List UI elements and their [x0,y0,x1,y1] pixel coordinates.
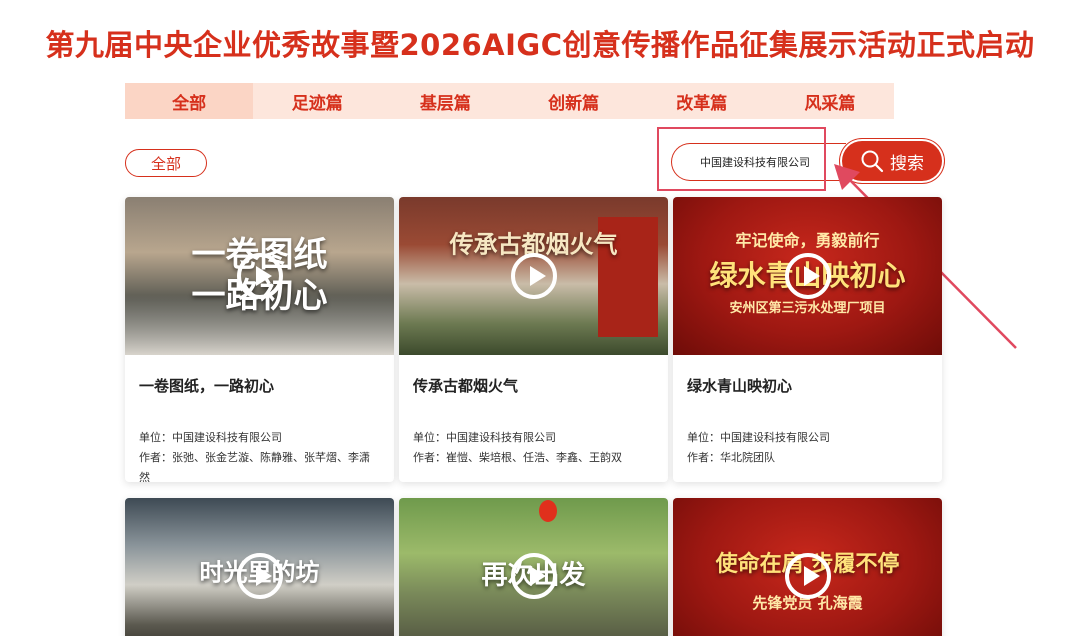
video-thumbnail[interactable]: 一卷图纸 一路初心 [125,197,394,355]
card-title[interactable]: 传承古都烟火气 [413,375,654,396]
video-card[interactable]: 传承古都烟火气 传承古都烟火气 单位：中国建设科技有限公司 作者：崔愷、柴培根、… [399,197,668,482]
card-title[interactable]: 绿水青山映初心 [687,375,928,396]
tab-all[interactable]: 全部 [125,83,254,119]
annotation-highlight-box [657,127,826,191]
play-icon[interactable] [784,253,831,299]
tab-footprint[interactable]: 足迹篇 [253,83,381,119]
card-unit: 单位：中国建设科技有限公司 [687,431,830,444]
video-card[interactable]: 再次出发 [399,498,668,636]
category-tabs: 全部 足迹篇 基层篇 创新篇 改革篇 风采篇 [125,83,894,119]
video-thumbnail[interactable]: 使命在肩 步履不停 先锋党员 孔海霞 [673,498,942,636]
play-icon[interactable] [236,553,283,599]
video-card[interactable]: 时光里的坊 [125,498,394,636]
thumbnail-bottom-text: 安州区第三污水处理厂项目 [729,301,886,316]
play-icon[interactable] [236,253,283,299]
tab-grassroots[interactable]: 基层篇 [381,83,509,119]
tab-reform[interactable]: 改革篇 [638,83,766,119]
card-title[interactable]: 一卷图纸，一路初心 [139,375,380,396]
tab-style[interactable]: 风采篇 [766,83,894,119]
card-authors: 作者：崔愷、柴培根、任浩、李鑫、王韵双 [413,451,622,464]
video-card[interactable]: 一卷图纸 一路初心 一卷图纸，一路初心 单位：中国建设科技有限公司 作者：张弛、… [125,197,394,482]
play-icon[interactable] [510,553,557,599]
filter-all-button[interactable]: 全部 [125,149,207,177]
video-thumbnail[interactable]: 传承古都烟火气 [399,197,668,355]
tab-innovation[interactable]: 创新篇 [510,83,638,119]
video-thumbnail[interactable]: 再次出发 [399,498,668,636]
video-thumbnail[interactable]: 牢记使命，勇毅前行 绿水青山映初心 安州区第三污水处理厂项目 [673,197,942,355]
thumbnail-top-text: 牢记使命，勇毅前行 [735,231,880,250]
video-card[interactable]: 牢记使命，勇毅前行 绿水青山映初心 安州区第三污水处理厂项目 绿水青山映初心 单… [673,197,942,482]
video-card[interactable]: 使命在肩 步履不停 先锋党员 孔海霞 [673,498,942,636]
play-icon[interactable] [784,553,831,599]
card-authors: 作者：华北院团队 [687,451,775,464]
card-authors: 作者：张弛、张金艺漩、陈静雅、张芊熠、李潇然 [139,451,370,482]
video-thumbnail[interactable]: 时光里的坊 [125,498,394,636]
card-unit: 单位：中国建设科技有限公司 [413,431,556,444]
play-icon[interactable] [510,253,557,299]
page-title: 第九届中央企业优秀故事暨2026AIGC创意传播作品征集展示活动正式启动 [45,28,1035,62]
card-unit: 单位：中国建设科技有限公司 [139,431,282,444]
